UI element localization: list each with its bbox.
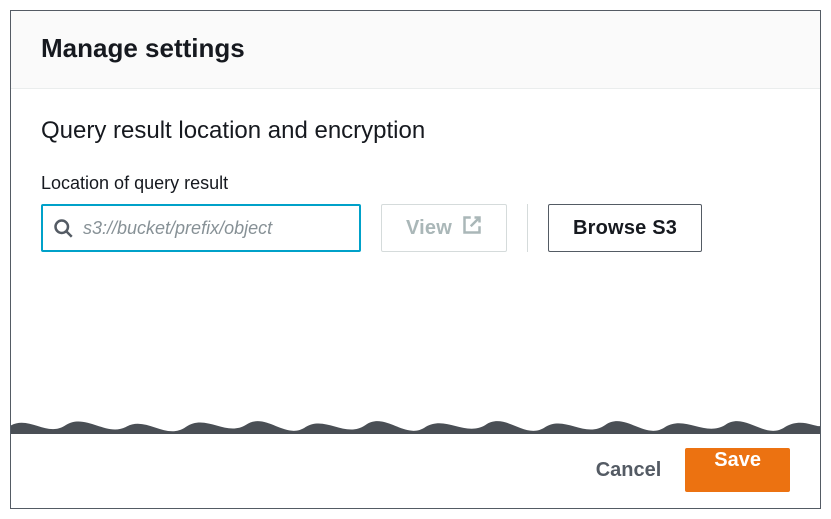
modal-header: Manage settings bbox=[11, 11, 820, 89]
search-icon bbox=[53, 218, 73, 238]
modal-title: Manage settings bbox=[41, 33, 790, 64]
manage-settings-modal: Manage settings Query result location an… bbox=[10, 10, 821, 509]
modal-footer: Cancel Save bbox=[11, 434, 820, 508]
location-input-wrap[interactable] bbox=[41, 204, 361, 252]
cancel-button[interactable]: Cancel bbox=[596, 459, 662, 482]
view-button-label: View bbox=[406, 217, 452, 240]
torn-edge-decoration bbox=[11, 401, 820, 434]
location-field-label: Location of query result bbox=[41, 173, 790, 194]
external-link-icon bbox=[462, 215, 482, 241]
modal-body: Query result location and encryption Loc… bbox=[11, 89, 820, 434]
location-input[interactable] bbox=[81, 206, 349, 250]
vertical-separator bbox=[527, 204, 528, 252]
browse-s3-button[interactable]: Browse S3 bbox=[548, 204, 702, 252]
section-title: Query result location and encryption bbox=[41, 117, 790, 145]
view-button[interactable]: View bbox=[381, 204, 507, 252]
location-field-row: View Browse S3 bbox=[41, 204, 790, 252]
browse-s3-button-label: Browse S3 bbox=[573, 217, 677, 240]
save-button[interactable]: Save bbox=[685, 448, 790, 492]
